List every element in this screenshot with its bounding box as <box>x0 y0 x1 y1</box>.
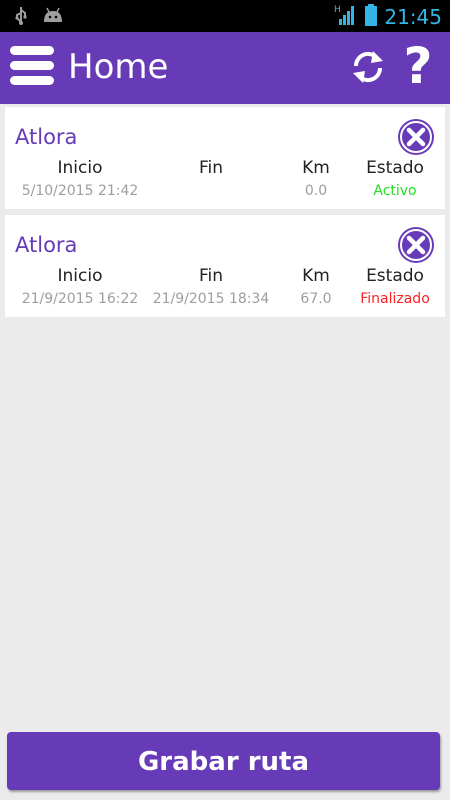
state-value: Finalizado <box>360 291 430 307</box>
refresh-icon[interactable] <box>351 49 385 85</box>
delete-route-button[interactable] <box>396 117 436 157</box>
battery-icon <box>364 3 378 31</box>
menu-icon[interactable] <box>10 46 54 90</box>
route-list: Atlora Inicio Fin Km Estado 5/10/2015 21… <box>5 107 445 323</box>
state-value: Activo <box>373 183 417 199</box>
start-value: 5/10/2015 21:42 <box>21 183 139 199</box>
usb-icon <box>14 6 28 30</box>
end-value: 21/9/2015 18:34 <box>152 291 270 307</box>
clock: 21:45 <box>384 5 442 29</box>
help-icon[interactable]: ? <box>398 36 438 96</box>
km-value: 67.0 <box>300 291 332 307</box>
route-card[interactable]: Atlora Inicio Fin Km Estado 5/10/2015 21… <box>5 107 445 209</box>
start-value: 21/9/2015 16:22 <box>21 291 139 307</box>
route-name: Atlora <box>15 125 78 149</box>
route-card[interactable]: Atlora Inicio Fin Km Estado 21/9/2015 16… <box>5 215 445 317</box>
record-route-button[interactable]: Grabar ruta <box>7 732 440 790</box>
android-debug-icon <box>42 6 64 30</box>
end-header: Fin <box>198 266 224 286</box>
app-bar: Home ? <box>0 32 450 104</box>
km-header: Km <box>302 158 330 178</box>
route-name: Atlora <box>15 233 78 257</box>
state-header: Estado <box>366 266 424 286</box>
page-title: Home <box>68 47 169 87</box>
start-header: Inicio <box>57 266 103 286</box>
end-header: Fin <box>198 158 224 178</box>
start-header: Inicio <box>57 158 103 178</box>
status-bar: H 21:45 <box>0 0 450 32</box>
km-header: Km <box>302 266 330 286</box>
km-value: 0.0 <box>304 183 328 199</box>
delete-route-button[interactable] <box>396 225 436 265</box>
close-icon <box>398 227 434 263</box>
system-icons: H 21:45 <box>334 3 442 31</box>
state-header: Estado <box>366 158 424 178</box>
network-type-label: H <box>334 5 341 15</box>
close-icon <box>398 119 434 155</box>
signal-icon: H <box>334 3 358 31</box>
notification-icons <box>14 6 64 30</box>
